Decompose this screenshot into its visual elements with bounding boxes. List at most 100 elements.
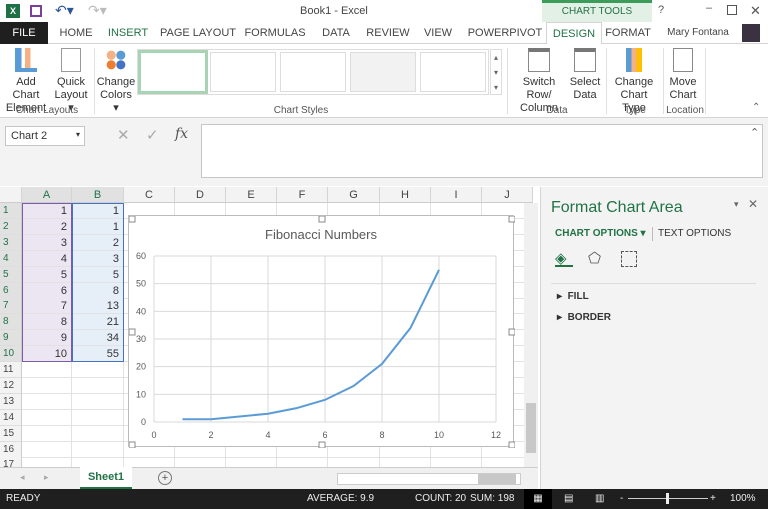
- cell[interactable]: [72, 409, 124, 426]
- gallery-scroll[interactable]: ▴ ▾ ▾: [490, 49, 502, 95]
- section-fill[interactable]: ▸ FILL: [557, 291, 589, 302]
- scroll-sheets-left-icon[interactable]: ◂: [20, 472, 25, 483]
- zoom-out-icon[interactable]: -: [620, 489, 623, 509]
- tab-formulas[interactable]: FORMULAS: [244, 22, 306, 44]
- column-header[interactable]: I: [431, 187, 482, 203]
- row-header[interactable]: 16: [0, 441, 22, 458]
- tab-data[interactable]: DATA: [314, 22, 358, 44]
- help-icon[interactable]: ?: [658, 4, 664, 16]
- insert-function-icon[interactable]: fx: [175, 126, 188, 142]
- vertical-scrollbar[interactable]: [524, 203, 538, 467]
- size-properties-icon[interactable]: [621, 251, 637, 267]
- row-header[interactable]: 9: [0, 330, 22, 347]
- row-header[interactable]: 5: [0, 266, 22, 283]
- tab-review[interactable]: REVIEW: [364, 22, 412, 44]
- row-header[interactable]: 10: [0, 346, 22, 363]
- chart-style-5[interactable]: [420, 52, 486, 92]
- page-layout-view-icon[interactable]: ▤: [564, 489, 573, 509]
- tab-powerpivot[interactable]: POWERPIVOT: [465, 22, 545, 44]
- page-break-view-icon[interactable]: ▥: [595, 489, 604, 509]
- tab-view[interactable]: VIEW: [418, 22, 458, 44]
- undo-icon[interactable]: ↶▾: [55, 2, 74, 19]
- select-data-button[interactable]: Select Data: [568, 48, 602, 102]
- cell[interactable]: [22, 409, 72, 426]
- zoom-in-icon[interactable]: +: [710, 489, 716, 509]
- row-header[interactable]: 2: [0, 218, 22, 235]
- column-header[interactable]: A: [22, 187, 72, 203]
- chart-style-1[interactable]: [138, 50, 208, 94]
- sheet-tab-sheet1[interactable]: Sheet1: [80, 467, 132, 489]
- cell[interactable]: [22, 457, 72, 467]
- column-header[interactable]: G: [328, 187, 380, 203]
- minimize-icon[interactable]: –: [706, 2, 712, 14]
- cell[interactable]: [72, 362, 124, 378]
- tab-design[interactable]: DESIGN: [546, 22, 602, 45]
- cell[interactable]: [277, 457, 328, 467]
- save-icon[interactable]: [30, 5, 42, 17]
- select-all[interactable]: [0, 187, 22, 203]
- cell[interactable]: [22, 441, 72, 458]
- tab-insert[interactable]: INSERT: [104, 22, 152, 44]
- cancel-icon[interactable]: ✕: [117, 126, 130, 144]
- row-header[interactable]: 14: [0, 409, 22, 426]
- cell[interactable]: [72, 441, 124, 458]
- pane-options-icon[interactable]: ▾: [734, 199, 739, 210]
- column-header[interactable]: J: [482, 187, 533, 203]
- cell[interactable]: [328, 457, 380, 467]
- avatar[interactable]: [742, 24, 760, 42]
- collapse-formula-icon[interactable]: ⌃: [750, 126, 759, 139]
- row-header[interactable]: 8: [0, 314, 22, 331]
- cell[interactable]: [431, 457, 482, 467]
- horizontal-scrollbar[interactable]: [337, 473, 521, 485]
- scroll-sheets-right-icon[interactable]: ▸: [44, 472, 49, 483]
- tab-home[interactable]: HOME: [52, 22, 100, 44]
- user-name[interactable]: Mary Fontana: [662, 22, 734, 44]
- cell[interactable]: [124, 457, 175, 467]
- row-header[interactable]: 11: [0, 362, 22, 378]
- fill-line-icon[interactable]: ◈: [555, 249, 573, 267]
- tab-text-options[interactable]: TEXT OPTIONS: [658, 228, 731, 239]
- normal-view-icon[interactable]: ▦: [524, 489, 552, 509]
- chart-style-3[interactable]: [280, 52, 346, 92]
- cell[interactable]: [175, 457, 226, 467]
- collapse-ribbon-icon[interactable]: ⌃: [752, 102, 760, 113]
- cell[interactable]: [226, 457, 277, 467]
- row-header[interactable]: 13: [0, 393, 22, 410]
- effects-icon[interactable]: ⬠: [588, 249, 601, 267]
- row-header[interactable]: 15: [0, 425, 22, 442]
- section-border[interactable]: ▸ BORDER: [557, 312, 611, 323]
- enter-icon[interactable]: ✓: [146, 126, 159, 144]
- cell[interactable]: [22, 393, 72, 410]
- cell[interactable]: [22, 377, 72, 394]
- tab-chart-options[interactable]: CHART OPTIONS ▾: [555, 228, 646, 239]
- maximize-icon[interactable]: [727, 5, 737, 15]
- row-header[interactable]: 7: [0, 298, 22, 315]
- column-header[interactable]: F: [277, 187, 328, 203]
- cell[interactable]: [380, 457, 431, 467]
- column-header[interactable]: D: [175, 187, 226, 203]
- zoom-slider[interactable]: [628, 493, 708, 504]
- tab-page-layout[interactable]: PAGE LAYOUT: [158, 22, 238, 44]
- close-icon[interactable]: ✕: [750, 3, 761, 19]
- name-box[interactable]: Chart 2 ▾: [5, 126, 85, 146]
- tab-file[interactable]: FILE: [0, 22, 48, 44]
- column-header[interactable]: E: [226, 187, 277, 203]
- zoom-level[interactable]: 100%: [730, 489, 756, 509]
- redo-icon[interactable]: ↷▾: [88, 2, 107, 19]
- row-header[interactable]: 1: [0, 203, 22, 219]
- row-header[interactable]: 6: [0, 282, 22, 299]
- new-sheet-icon[interactable]: +: [158, 471, 172, 485]
- move-chart-button[interactable]: Move Chart: [665, 48, 701, 102]
- tab-format[interactable]: FORMAT: [602, 22, 654, 44]
- chart[interactable]: Fibonacci Numbers 0 10 20 30 40 50 60 0 2 4 6 8 10 12: [128, 215, 515, 448]
- row-header[interactable]: 4: [0, 250, 22, 267]
- row-header[interactable]: 12: [0, 377, 22, 394]
- formula-input[interactable]: [201, 124, 763, 178]
- column-header[interactable]: C: [124, 187, 175, 203]
- row-header[interactable]: 17: [0, 457, 22, 467]
- row-header[interactable]: 3: [0, 234, 22, 251]
- cell[interactable]: [72, 457, 124, 467]
- column-header[interactable]: H: [380, 187, 431, 203]
- cell[interactable]: [72, 425, 124, 442]
- chart-styles-gallery[interactable]: [137, 49, 489, 95]
